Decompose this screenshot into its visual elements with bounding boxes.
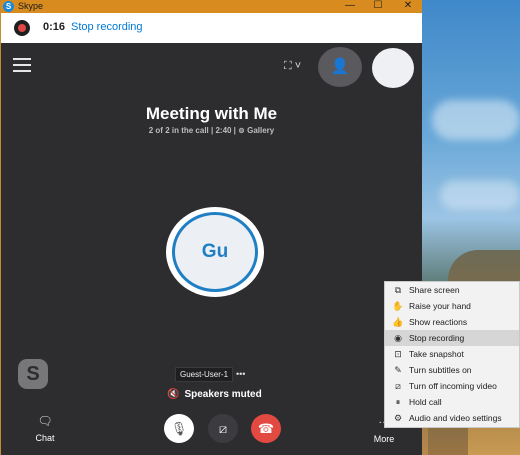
skype-watermark-icon: S <box>18 359 48 389</box>
speakers-muted-status: 🔇 Speakers muted <box>167 389 262 400</box>
add-person-icon: 👤 <box>330 58 350 75</box>
cloud <box>440 180 520 210</box>
stop-recording-link[interactable]: Stop recording <box>71 21 143 33</box>
menu-item-label: Audio and video settings <box>409 413 502 423</box>
camera-off-icon: ⧄ <box>218 421 228 436</box>
menu-item-label: Hold call <box>409 397 442 407</box>
skype-window: S Skype — ☐ ✕ 0:16 Stop recording ⛶ ˅ 👤 … <box>0 0 422 455</box>
menu-item-hold-call[interactable]: ⏸ Hold call <box>385 394 519 410</box>
view-mode-label[interactable]: Gallery <box>247 126 274 135</box>
subtitles-icon: ✎ <box>394 365 402 375</box>
more-label: More <box>373 434 395 444</box>
menu-item-show-reactions[interactable]: 👍 Show reactions <box>385 314 519 330</box>
end-call-button[interactable]: ☎ <box>251 414 281 443</box>
chat-icon: 🗨 <box>37 414 53 428</box>
menu-item-label: Show reactions <box>409 317 468 327</box>
menu-item-label: Stop recording <box>409 333 465 343</box>
record-icon: ◉ <box>394 333 402 343</box>
recording-icon <box>14 20 30 36</box>
more-options-menu: ⧉ Share screen ✋ Raise your hand 👍 Show … <box>384 281 520 428</box>
chat-button[interactable]: 🗨 Chat <box>31 414 59 443</box>
menu-item-share-screen[interactable]: ⧉ Share screen <box>385 282 519 298</box>
call-info: 2 of 2 in the call | 2:40 | <box>148 126 239 135</box>
layout-toggle-icon[interactable]: ⛶ ˅ <box>284 60 312 74</box>
menu-item-label: Turn off incoming video <box>409 381 497 391</box>
gallery-icon: ⊜ <box>238 126 248 135</box>
call-stage: ⛶ ˅ 👤 Meeting with Me 2 of 2 in the call… <box>1 43 422 455</box>
participant-name-label: Guest-User-1 <box>175 367 234 382</box>
menu-item-raise-hand[interactable]: ✋ Raise your hand <box>385 298 519 314</box>
hamburger-menu-icon[interactable] <box>13 58 31 72</box>
settings-icon: ⚙ <box>393 413 403 423</box>
title-bar: S Skype — ☐ ✕ <box>1 0 422 13</box>
reactions-icon: 👍 <box>392 317 404 327</box>
window-title: Skype <box>18 1 44 11</box>
hand-icon: ✋ <box>392 301 404 311</box>
recording-bar: 0:16 Stop recording <box>1 13 422 43</box>
menu-item-incoming-video[interactable]: ⧄ Turn off incoming video <box>385 378 519 394</box>
menu-item-label: Take snapshot <box>409 349 464 359</box>
menu-item-label: Share screen <box>409 285 460 295</box>
participant-avatar[interactable]: Gu <box>166 207 264 297</box>
video-off-icon: ⧄ <box>395 381 401 391</box>
close-button[interactable]: ✕ <box>394 0 422 13</box>
maximize-button[interactable]: ☐ <box>364 0 392 13</box>
speakers-muted-label: Speakers muted <box>184 389 262 400</box>
menu-item-av-settings[interactable]: ⚙ Audio and video settings <box>385 410 519 426</box>
skype-logo-icon: S <box>3 1 14 12</box>
add-participant-button[interactable]: 👤 <box>318 47 362 87</box>
menu-item-subtitles[interactable]: ✎ Turn subtitles on <box>385 362 519 378</box>
menu-item-take-snapshot[interactable]: ⊡ Take snapshot <box>385 346 519 362</box>
microphone-button[interactable]: 🎙 <box>164 414 194 443</box>
participant-more-icon[interactable]: ••• <box>236 369 245 379</box>
share-screen-icon: ⧉ <box>394 285 402 295</box>
microphone-icon: 🎙 <box>170 421 188 436</box>
recording-time: 0:16 <box>43 21 66 33</box>
menu-item-label: Turn subtitles on <box>409 365 472 375</box>
self-avatar[interactable] <box>372 48 414 88</box>
cloud <box>432 100 520 140</box>
hang-up-icon: ☎ <box>257 421 275 436</box>
snapshot-icon: ⊡ <box>394 349 402 359</box>
participant-initials: Gu <box>172 212 258 292</box>
hold-icon: ⏸ <box>395 397 401 407</box>
menu-item-label: Raise your hand <box>409 301 471 311</box>
meeting-title: Meeting with Me <box>145 104 278 123</box>
minimize-button[interactable]: — <box>336 0 364 13</box>
meeting-subtitle: 2 of 2 in the call | 2:40 | ⊜ Gallery <box>1 126 422 135</box>
camera-toggle-button[interactable]: ⧄ <box>208 414 238 443</box>
chat-label: Chat <box>35 433 55 443</box>
menu-item-stop-recording[interactable]: ◉ Stop recording <box>385 330 519 346</box>
speaker-muted-icon: 🔇 <box>167 389 180 400</box>
